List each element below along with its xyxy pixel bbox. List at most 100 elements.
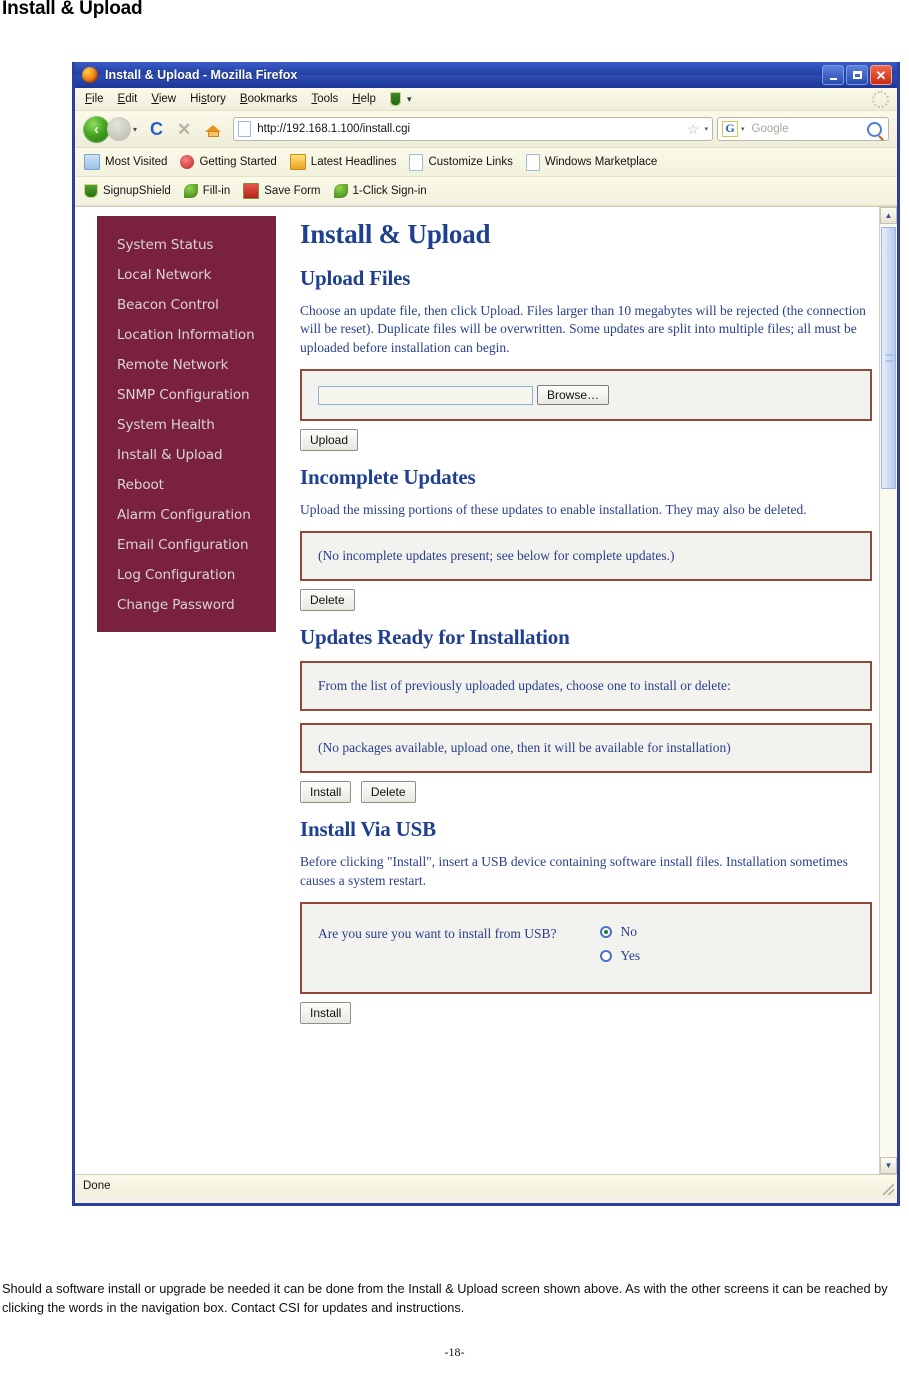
menu-view[interactable]: View [151,93,176,105]
shield-icon [84,184,98,198]
usb-option-no[interactable]: No [600,924,640,940]
menu-file[interactable]: File [85,93,104,105]
status-text: Done [83,1180,111,1192]
resize-grip-icon[interactable] [883,1184,894,1195]
file-path-input[interactable] [318,385,533,405]
bookmark-signupshield[interactable]: SignupShield [84,184,171,198]
bookmark-one-click-signin[interactable]: 1-Click Sign-in [333,184,427,198]
updates-ready-list-panel: (No packages available, upload one, then… [300,723,872,774]
scroll-down-arrow-icon[interactable]: ▼ [880,1157,897,1174]
browse-button[interactable]: Browse… [537,385,610,406]
radio-yes-icon[interactable] [600,950,613,963]
bookmark-fill-in[interactable]: Fill-in [183,184,231,198]
menu-overflow-caret-icon[interactable]: ▾ [407,94,412,105]
navigation-toolbar: ‹ › ▾ C ✕ http://192.168.1.100/install.c… [75,111,897,148]
incomplete-delete-button[interactable]: Delete [300,589,355,612]
getting-started-icon [180,155,195,169]
updates-delete-button[interactable]: Delete [360,781,416,804]
updates-ready-empty-message: (No packages available, upload one, then… [318,740,731,756]
sidebar-item-install-upload[interactable]: Install & Upload [97,440,276,470]
bookmark-label: Customize Links [428,156,513,168]
menu-bar: File Edit View History Bookmarks Tools H… [75,88,897,111]
bookmark-label: Fill-in [202,185,231,197]
browser-titlebar: Install & Upload - Mozilla Firefox ✕ [75,62,897,88]
menu-tools[interactable]: Tools [311,93,338,105]
document-icon [409,153,424,171]
sidebar-item-location-information[interactable]: Location Information [97,320,276,350]
install-usb-heading: Install Via USB [300,817,436,842]
bookmark-getting-started[interactable]: Getting Started [180,155,277,169]
sidebar-item-remote-network[interactable]: Remote Network [97,350,276,380]
search-icon[interactable] [867,121,882,137]
browser-window: Install & Upload - Mozilla Firefox ✕ Fil… [72,62,900,1206]
window-title: Install & Upload - Mozilla Firefox [105,68,298,82]
page-number: -18- [444,1345,465,1359]
sidebar-item-system-health[interactable]: System Health [97,410,276,440]
sidebar-item-snmp-configuration[interactable]: SNMP Configuration [97,380,276,410]
sidebar-item-email-configuration[interactable]: Email Configuration [97,530,276,560]
updates-install-button[interactable]: Install [300,781,352,804]
scroll-up-arrow-icon[interactable]: ▲ [880,207,897,224]
google-search-engine-icon[interactable]: G [722,121,738,137]
bookmark-windows-marketplace[interactable]: Windows Marketplace [525,153,658,171]
search-engine-caret-icon[interactable]: ▾ [741,125,745,133]
sidebar-item-beacon-control[interactable]: Beacon Control [97,290,276,320]
status-bar: Done [75,1174,897,1197]
menu-bookmarks[interactable]: Bookmarks [240,93,298,105]
bookmark-star-icon[interactable]: ☆ [687,121,700,138]
bookmark-save-form[interactable]: Save Form [243,183,321,199]
bookmark-label: Latest Headlines [310,156,397,168]
content-title: Install & Upload [300,219,491,249]
sidebar-item-reboot[interactable]: Reboot [97,470,276,500]
address-bar[interactable]: http://192.168.1.100/install.cgi ☆ ▾ [233,117,713,141]
maximize-button[interactable] [846,65,868,85]
bookmark-customize-links[interactable]: Customize Links [409,153,513,171]
bookmark-label: Save Form [264,185,321,197]
scrollbar-thumb[interactable] [881,227,896,489]
menu-help[interactable]: Help [352,93,376,105]
leaf-icon [333,184,348,198]
stop-icon[interactable]: ✕ [177,121,191,138]
history-dropdown-caret-icon[interactable]: ▾ [133,125,137,134]
sidebar-item-log-configuration[interactable]: Log Configuration [97,560,276,590]
close-button[interactable]: ✕ [870,65,892,85]
usb-question-row: Are you sure you want to install from US… [318,924,854,972]
address-dropdown-caret-icon[interactable]: ▾ [704,125,708,133]
leaf-icon [183,184,198,198]
usb-option-yes[interactable]: Yes [600,948,640,964]
radio-no-label: No [620,924,637,940]
minimize-button[interactable] [822,65,844,85]
bookmark-label: Windows Marketplace [544,156,658,168]
menu-history[interactable]: History [190,93,226,105]
bookmark-most-visited[interactable]: Most Visited [84,154,167,170]
web-page: System Status Local Network Beacon Contr… [75,207,880,1174]
radio-no-icon[interactable] [600,926,613,939]
upload-files-panel: Browse… [300,369,872,422]
home-icon[interactable] [205,122,222,137]
back-button[interactable]: ‹ [83,115,110,143]
forward-button[interactable]: › [107,117,131,141]
window-controls: ✕ [822,65,894,85]
sidebar-item-local-network[interactable]: Local Network [97,260,276,290]
upload-files-description: Choose an update file, then click Upload… [300,303,866,355]
usb-radio-group: No Yes [600,924,640,972]
sidebar-item-alarm-configuration[interactable]: Alarm Configuration [97,500,276,530]
page-document-icon [238,121,252,137]
upload-button[interactable]: Upload [300,429,359,452]
incomplete-updates-description: Upload the missing portions of these upd… [300,502,807,518]
document-icon [525,153,540,171]
reload-icon[interactable]: C [150,120,163,138]
navigation-box: System Status Local Network Beacon Contr… [97,216,276,632]
search-input-placeholder[interactable]: Google [752,123,867,135]
sidebar-item-system-status[interactable]: System Status [97,230,276,260]
usb-install-button[interactable]: Install [300,1002,352,1025]
sidebar-item-change-password[interactable]: Change Password [97,590,276,620]
bookmark-latest-headlines[interactable]: Latest Headlines [289,154,397,170]
search-bar[interactable]: G ▾ Google [717,117,889,141]
signupshield-toolbar-icon[interactable] [389,92,401,106]
menu-edit[interactable]: Edit [118,93,138,105]
vertical-scrollbar[interactable]: ▲ ▼ [879,207,897,1174]
bookmark-label: Most Visited [105,156,168,168]
url-text: http://192.168.1.100/install.cgi [257,123,411,135]
install-usb-description: Before clicking "Install", insert a USB … [300,854,848,888]
